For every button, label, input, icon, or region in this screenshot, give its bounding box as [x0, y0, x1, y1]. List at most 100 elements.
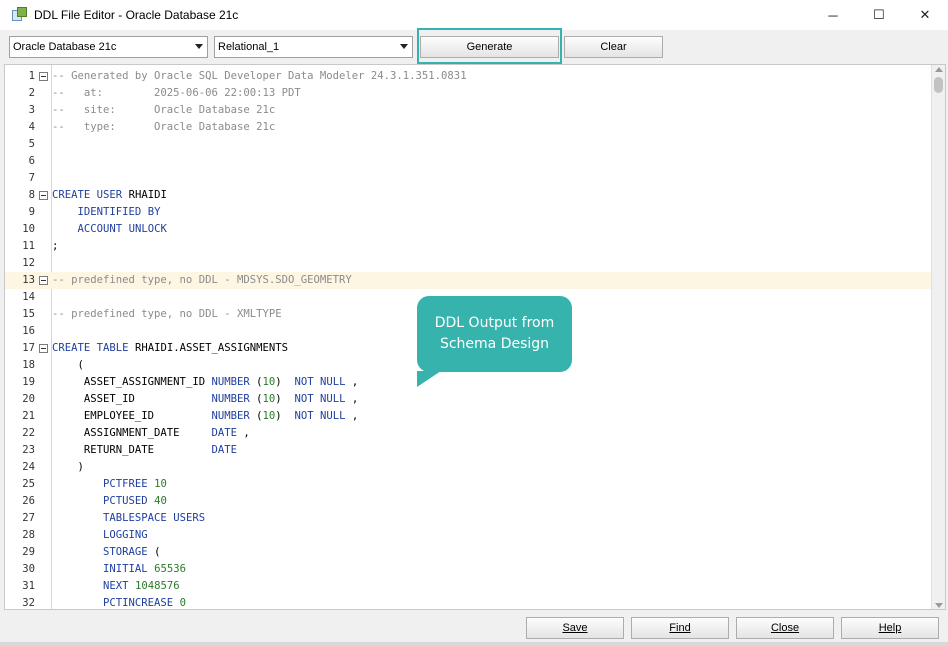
line-number: 17 — [22, 342, 35, 354]
code-text: STORAGE ( — [103, 546, 161, 558]
code-line[interactable]: 4 -- type: Oracle Database 21c — [5, 119, 933, 136]
line-number: 27 — [22, 512, 35, 524]
code-line[interactable]: 2 -- at: 2025-06-06 22:00:13 PDT — [5, 85, 933, 102]
scroll-down-icon[interactable] — [935, 603, 943, 608]
code-text: RETURN_DATE DATE — [83, 444, 237, 456]
code-text: ASSET_ASSIGNMENT_ID NUMBER (10) NOT NULL… — [83, 376, 359, 388]
database-select-value: Oracle Database 21c — [13, 41, 117, 53]
code-line[interactable]: 27 TABLESPACE USERS — [5, 510, 933, 527]
chevron-down-icon — [195, 44, 203, 49]
code-line[interactable]: 24 ) — [5, 459, 933, 476]
line-number: 9 — [28, 206, 35, 218]
line-number: 15 — [22, 308, 35, 320]
code-line[interactable]: 10 ACCOUNT UNLOCK — [5, 221, 933, 238]
line-number: 3 — [28, 104, 35, 116]
find-button[interactable]: Find — [631, 617, 729, 639]
help-button[interactable]: Help — [841, 617, 939, 639]
line-number: 18 — [22, 359, 35, 371]
line-number: 6 — [28, 155, 35, 167]
code-line[interactable]: 8 CREATE USER RHAIDI — [5, 187, 933, 204]
scroll-thumb[interactable] — [934, 77, 943, 93]
minimize-button[interactable]: ─ — [810, 0, 856, 30]
code-line[interactable]: 32 PCTINCREASE 0 — [5, 595, 933, 609]
callout-bubble: DDL Output from Schema Design — [417, 296, 572, 372]
code-text: INITIAL 65536 — [103, 563, 186, 575]
code-text: -- predefined type, no DDL - MDSYS.SDO_G… — [52, 274, 352, 286]
window-title: DDL File Editor - Oracle Database 21c — [34, 8, 239, 22]
save-label: Save — [562, 622, 588, 634]
line-number: 12 — [22, 257, 35, 269]
code-line[interactable]: 31 NEXT 1048576 — [5, 578, 933, 595]
close-label: Close — [770, 622, 800, 634]
minimize-icon: ─ — [828, 7, 838, 23]
line-number: 25 — [22, 478, 35, 490]
code-text: LOGGING — [103, 529, 148, 541]
code-line[interactable]: 13 -- predefined type, no DDL - MDSYS.SDO… — [5, 272, 933, 289]
vertical-scrollbar[interactable] — [931, 65, 945, 609]
line-number: 4 — [28, 121, 35, 133]
code-line[interactable]: 20 ASSET_ID NUMBER (10) NOT NULL , — [5, 391, 933, 408]
callout-tail — [417, 371, 441, 387]
code-text: NEXT 1048576 — [103, 580, 180, 592]
footer-bar: Save Find Close Help — [0, 610, 948, 646]
line-number: 8 — [28, 189, 35, 201]
code-line[interactable]: 26 PCTUSED 40 — [5, 493, 933, 510]
close-button[interactable]: Close — [736, 617, 834, 639]
scroll-up-icon[interactable] — [935, 67, 943, 72]
code-text: ACCOUNT UNLOCK — [77, 223, 167, 235]
code-text: -- predefined type, no DDL - XMLTYPE — [52, 308, 282, 320]
code-line[interactable]: 29 STORAGE ( — [5, 544, 933, 561]
line-number: 14 — [22, 291, 35, 303]
code-line[interactable]: 9 IDENTIFIED BY — [5, 204, 933, 221]
code-text: -- site: Oracle Database 21c — [52, 104, 276, 116]
save-button[interactable]: Save — [526, 617, 624, 639]
code-line[interactable]: 22 ASSIGNMENT_DATE DATE , — [5, 425, 933, 442]
callout-line-2: Schema Design — [439, 336, 550, 352]
collapse-icon[interactable] — [39, 191, 48, 200]
close-window-button[interactable]: ✕ — [902, 0, 948, 30]
line-number: 31 — [22, 580, 35, 592]
code-line[interactable]: 21 EMPLOYEE_ID NUMBER (10) NOT NULL , — [5, 408, 933, 425]
code-text: EMPLOYEE_ID NUMBER (10) NOT NULL , — [83, 410, 359, 422]
collapse-icon[interactable] — [39, 72, 48, 81]
code-line[interactable]: 25 PCTFREE 10 — [5, 476, 933, 493]
help-label: Help — [878, 622, 902, 634]
code-line[interactable]: 3 -- site: Oracle Database 21c — [5, 102, 933, 119]
model-select-value: Relational_1 — [218, 41, 280, 53]
line-number: 10 — [22, 223, 35, 235]
line-number: 21 — [22, 410, 35, 422]
collapse-icon[interactable] — [39, 276, 48, 285]
find-label: Find — [669, 622, 691, 634]
line-number: 11 — [22, 240, 35, 252]
code-line[interactable]: 7 — [5, 170, 933, 187]
line-number: 22 — [22, 427, 35, 439]
code-text: CREATE USER RHAIDI — [52, 189, 167, 201]
chevron-down-icon — [400, 44, 408, 49]
code-text: -- at: 2025-06-06 22:00:13 PDT — [52, 87, 301, 99]
model-select[interactable]: Relational_1 — [214, 36, 413, 58]
code-line[interactable]: 23 RETURN_DATE DATE — [5, 442, 933, 459]
line-number: 5 — [28, 138, 35, 150]
code-text: CREATE TABLE RHAIDI.ASSET_ASSIGNMENTS — [52, 342, 289, 354]
generate-highlight-frame — [417, 28, 562, 64]
database-select[interactable]: Oracle Database 21c — [9, 36, 208, 58]
code-line[interactable]: 12 — [5, 255, 933, 272]
code-line[interactable]: 5 — [5, 136, 933, 153]
code-text: PCTFREE 10 — [103, 478, 167, 490]
maximize-button[interactable]: ☐ — [856, 0, 902, 30]
code-line[interactable]: 11; — [5, 238, 933, 255]
code-line[interactable]: 1 -- Generated by Oracle SQL Developer Da… — [5, 68, 933, 85]
clear-label: Clear — [600, 41, 627, 53]
code-line[interactable]: 6 — [5, 153, 933, 170]
line-number: 28 — [22, 529, 35, 541]
code-line[interactable]: 30 INITIAL 65536 — [5, 561, 933, 578]
line-number: 13 — [22, 274, 35, 286]
code-line[interactable]: 28 LOGGING — [5, 527, 933, 544]
title-bar: DDL File Editor - Oracle Database 21c ─ … — [0, 0, 948, 30]
line-number: 32 — [22, 597, 35, 609]
close-icon: ✕ — [919, 7, 931, 22]
code-line[interactable]: 19 ASSET_ASSIGNMENT_ID NUMBER (10) NOT N… — [5, 374, 933, 391]
line-number: 7 — [28, 172, 35, 184]
clear-button[interactable]: Clear — [564, 36, 663, 58]
collapse-icon[interactable] — [39, 344, 48, 353]
